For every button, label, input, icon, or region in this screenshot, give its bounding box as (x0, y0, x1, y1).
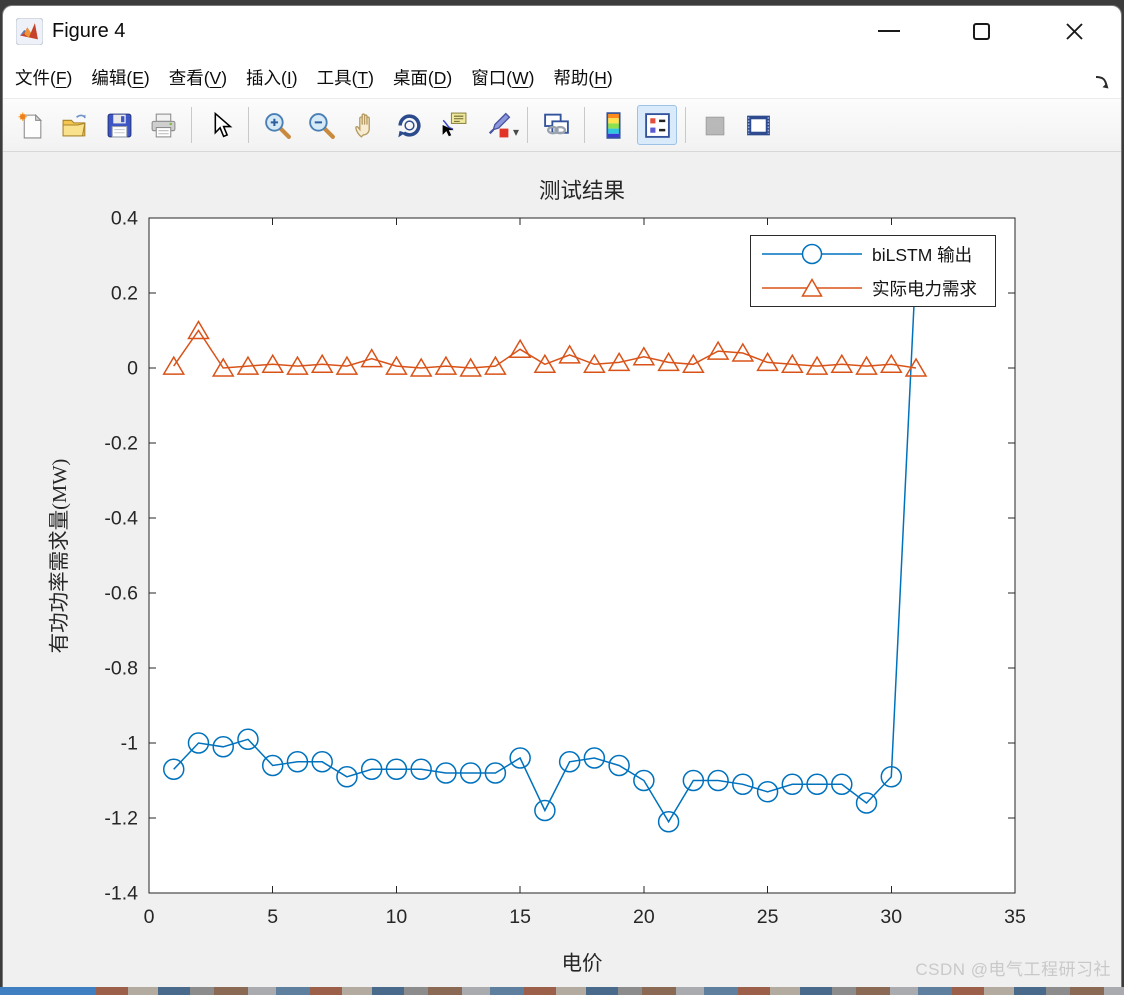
menu-item-edit[interactable]: 编辑(E) (89, 62, 151, 93)
toolbar-separator (584, 107, 586, 143)
close-button[interactable] (1028, 6, 1121, 56)
menu-item-tools[interactable]: 工具(T) (315, 62, 376, 93)
chart-legend[interactable]: biLSTM 输出 实际电力需求 (750, 235, 996, 307)
figure-canvas: 0 5 10 15 20 25 30 35 0.4 0.2 0 -0.2 -0.4 -0.6 -0.8 -1 -… (3, 152, 1121, 987)
brush-dropdown-caret-icon[interactable]: ▾ (513, 125, 519, 139)
x-tick-label: 10 (386, 906, 408, 928)
zoom-in-icon (263, 111, 292, 140)
menu-item-file[interactable]: 文件(F) (13, 62, 74, 93)
toolbar-separator (527, 107, 529, 143)
x-tick-label: 35 (1004, 906, 1026, 928)
menu-item-window[interactable]: 窗口(W) (469, 62, 536, 93)
x-tick-label: 25 (757, 906, 779, 928)
link-plot-icon (542, 111, 571, 140)
menu-item-help[interactable]: 帮助(H) (551, 62, 614, 93)
save-figure-icon (105, 111, 134, 140)
legend-label: biLSTM 输出 (872, 244, 973, 265)
y-tick-label: -0.6 (104, 583, 138, 605)
y-tick-label: -0.4 (104, 508, 138, 530)
menu-item-desktop[interactable]: 桌面(D) (391, 62, 454, 93)
legend-item[interactable]: 实际电力需求 (751, 272, 995, 304)
title-bar[interactable]: Figure 4 (3, 6, 1121, 56)
legend-circle-marker-icon (762, 243, 862, 265)
rotate-3d-button[interactable] (389, 105, 429, 145)
data-cursor-icon (439, 111, 468, 140)
menu-item-view[interactable]: 查看(V) (167, 62, 229, 93)
maximize-button[interactable] (935, 6, 1028, 56)
menu-item-insert[interactable]: 插入(I) (244, 62, 300, 93)
save-figure-button[interactable] (99, 105, 139, 145)
x-axis-label: 电价 (562, 952, 603, 975)
y-axis-label: 有功功率需求量(MW) (48, 459, 71, 654)
toolbar-separator (191, 107, 192, 143)
hide-plot-tools-button (694, 105, 734, 145)
dock-figure-icon[interactable] (1093, 73, 1111, 96)
y-tick-label: -1.4 (104, 883, 138, 905)
print-figure-button[interactable] (143, 105, 183, 145)
x-tick-label: 5 (267, 906, 278, 928)
maximize-icon (973, 22, 990, 40)
rotate-3d-icon (395, 111, 424, 140)
zoom-out-icon (307, 111, 336, 140)
y-tick-label: -1 (121, 733, 138, 755)
brush-data-icon (483, 111, 512, 140)
open-file-icon (61, 111, 90, 140)
matlab-logo-icon (16, 17, 43, 45)
chart-title: 测试结果 (539, 179, 625, 203)
new-figure-icon (17, 111, 46, 140)
legend-triangle-marker-icon (762, 277, 862, 297)
insert-legend-icon (643, 111, 672, 140)
y-tick-label: -0.8 (104, 658, 138, 680)
close-icon (1066, 22, 1083, 40)
pan-hand-button[interactable] (345, 105, 385, 145)
x-tick-label: 0 (144, 906, 155, 928)
insert-colorbar-button[interactable] (593, 105, 633, 145)
menu-bar: 文件(F) 编辑(E) 查看(V) 插入(I) 工具(T) 桌面(D) 窗口(W) 帮助(H) (3, 56, 1121, 98)
edit-plot-pointer-icon (206, 111, 235, 140)
toolbar-separator (248, 107, 249, 143)
figure-window: Figure 4 文件(F) 编辑(E) 查看(V) 插入(I) 工具(T) 桌面(D) 窗… (2, 5, 1122, 987)
window-title: Figure 4 (52, 19, 126, 42)
minimize-button[interactable] (842, 6, 935, 56)
toolbar-separator (685, 107, 687, 143)
y-tick-label: -1.2 (104, 808, 138, 830)
toolbar: ▾ (3, 98, 1121, 152)
new-figure-button[interactable] (11, 105, 51, 145)
y-tick-label: 0.4 (111, 208, 138, 230)
x-tick-label: 20 (633, 906, 655, 928)
legend-label: 实际电力需求 (872, 278, 977, 299)
minimize-icon (877, 29, 900, 33)
zoom-in-button[interactable] (257, 105, 297, 145)
zoom-out-button[interactable] (301, 105, 341, 145)
background-window-sliver (0, 987, 1124, 995)
y-tick-label: 0 (127, 358, 138, 380)
hide-plot-tools-icon (700, 111, 729, 140)
print-figure-icon (149, 111, 178, 140)
show-plot-tools-icon (744, 111, 773, 140)
x-tick-label: 30 (880, 906, 902, 928)
y-tick-label: 0.2 (111, 283, 138, 305)
brush-data-button[interactable] (477, 105, 517, 145)
data-cursor-button[interactable] (433, 105, 473, 145)
y-tick-label: -0.2 (104, 433, 138, 455)
link-plot-button[interactable] (536, 105, 576, 145)
watermark-text: CSDN @电气工程研习社 (915, 960, 1111, 979)
insert-legend-button[interactable] (637, 105, 678, 145)
legend-item[interactable]: biLSTM 输出 (751, 238, 995, 270)
insert-colorbar-icon (599, 111, 628, 140)
x-tick-label: 15 (509, 906, 531, 928)
open-file-button[interactable] (55, 105, 95, 145)
pan-hand-icon (351, 111, 380, 140)
edit-plot-pointer-button[interactable] (200, 105, 240, 145)
show-plot-tools-button[interactable] (738, 105, 778, 145)
